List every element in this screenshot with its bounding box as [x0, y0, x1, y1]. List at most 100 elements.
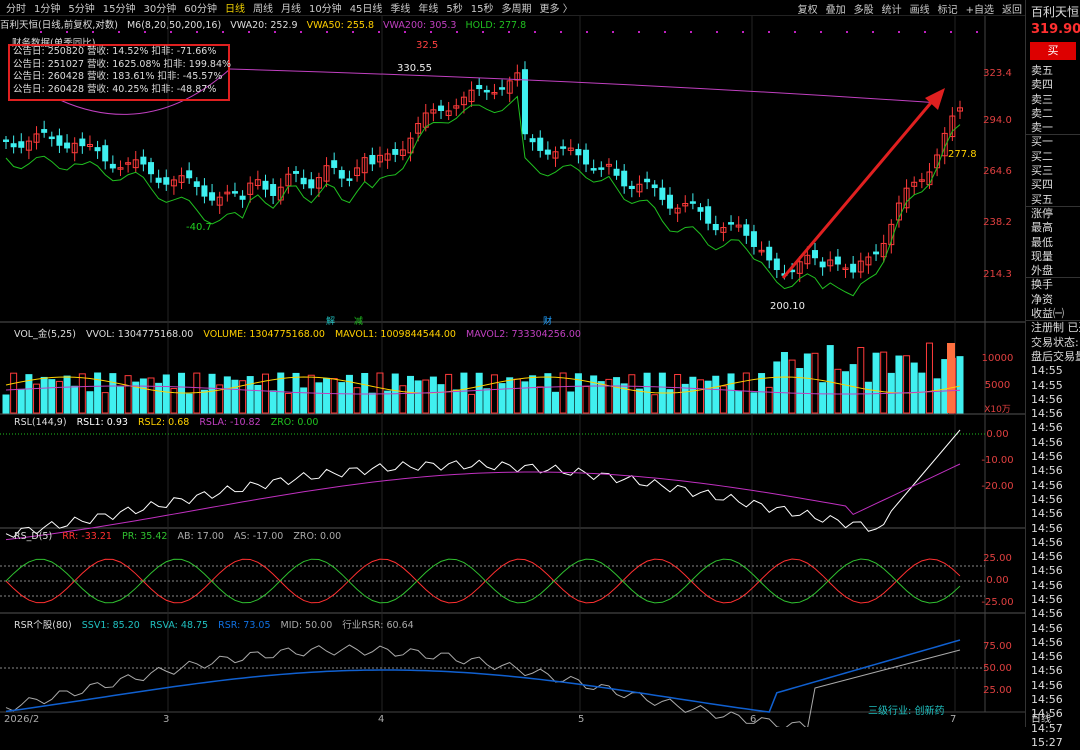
rr-value: RR: -33.21: [62, 531, 112, 542]
volume-bar: [445, 373, 453, 414]
volume-bar: [384, 390, 392, 414]
finance-row: 公告日: 260428 营收: 183.61% 扣非: -45.57%: [13, 71, 223, 82]
volume-bar: [460, 372, 468, 414]
quote-row: 收益㈠: [1026, 307, 1080, 322]
event-dot: [92, 31, 94, 33]
reduce-tag[interactable]: 减: [354, 314, 363, 327]
volume-bar: [864, 381, 872, 414]
quote-row: 14:55: [1031, 378, 1063, 392]
event-dot: [222, 31, 224, 33]
volume-bar: [605, 378, 613, 414]
rsl2-value: RSL2: 0.68: [137, 417, 190, 428]
candle-body: [438, 105, 445, 111]
quote-row: 买二: [1031, 149, 1053, 163]
rsr-value: RSR: 73.05: [218, 620, 271, 631]
rsr-axis-label: 75.00: [983, 641, 1012, 652]
volume-bar: [86, 391, 94, 414]
quote-row: 卖二: [1031, 106, 1053, 120]
quote-row: 换手: [1031, 278, 1053, 292]
volume-bar: [147, 377, 155, 414]
candle-body: [79, 138, 86, 147]
stock-name: 百利天恒: [1031, 5, 1080, 19]
unlock-tag[interactable]: 解: [326, 314, 335, 327]
industry-rsr-value: 行业RSR: 60.64: [342, 620, 414, 631]
volume-bar: [124, 375, 132, 414]
candle-body: [308, 179, 315, 189]
candle-body: [94, 147, 101, 152]
quote-row: 14:56: [1031, 421, 1063, 435]
volume-bar: [368, 392, 376, 414]
candle-body: [10, 143, 17, 148]
rsl-name: RSL(144,9): [14, 417, 67, 428]
quote-row: 现量: [1031, 249, 1053, 263]
event-dot: [976, 31, 978, 33]
volume-bar: [903, 355, 911, 414]
volume-bar: [758, 373, 766, 414]
candle-body: [209, 192, 216, 201]
volume-bar: [78, 373, 86, 414]
volume-bar: [437, 384, 445, 414]
event-dot: [846, 31, 848, 33]
rsva-value: RSVA: 48.75: [149, 620, 209, 631]
candle-body: [193, 181, 200, 187]
candle-body: [369, 154, 376, 165]
volume-bar: [925, 342, 933, 414]
candle-body: [766, 246, 773, 261]
rsl1-line: [5, 429, 961, 538]
mavol2-value: MAVOL2: 733304256.00: [466, 329, 581, 340]
finance-tag[interactable]: 财: [543, 314, 552, 327]
finance-data-box: 公告日: 250820 营收: 14.52% 扣非: -71.66% 公告日: …: [8, 44, 231, 101]
candle-body: [773, 258, 780, 271]
price-axis-label: 214.3: [983, 269, 1012, 280]
candle-body: [728, 222, 735, 225]
volume-bar: [414, 380, 422, 414]
rsla-value: RSLA: -10.82: [199, 417, 261, 428]
quote-row: 14:56: [1031, 392, 1063, 406]
buy-button[interactable]: 买: [1030, 42, 1076, 60]
event-dot: [560, 31, 562, 33]
x-axis-label: 6: [750, 714, 757, 725]
volume-bar: [819, 382, 827, 414]
rsl-legend: RSL(144,9) RSL1: 0.93 RSL2: 0.68 RSLA: -…: [14, 417, 325, 430]
candle-body: [811, 250, 818, 259]
event-dot: [794, 31, 796, 33]
candle-body: [644, 178, 651, 183]
volume-bar: [361, 372, 369, 414]
event-dot: [300, 31, 302, 33]
volume-bar: [529, 375, 537, 414]
zro-value: ZRO: 0.00: [270, 417, 319, 428]
volume-bar: [842, 371, 850, 414]
left-low-label: -40.7: [186, 222, 212, 233]
quote-row: 买一: [1031, 135, 1053, 149]
quote-row: 买四: [1031, 178, 1053, 192]
event-dot: [690, 31, 692, 33]
volume-bar: [826, 345, 834, 414]
quote-row: 14:56: [1031, 592, 1063, 606]
ab-value: AB: 17.00: [177, 531, 224, 542]
volume-bar: [849, 364, 857, 414]
quote-row: 卖一: [1026, 121, 1080, 136]
x-axis-label: 2026/2: [4, 714, 40, 725]
candle-body: [705, 206, 712, 224]
volume-bar: [40, 376, 48, 414]
period-label: 日线: [1031, 714, 1051, 725]
quote-row: 14:56: [1031, 621, 1063, 635]
volume-bar: [704, 380, 712, 414]
candle-body: [712, 224, 719, 231]
event-dot: [950, 31, 952, 33]
vwa200-line: [229, 68, 941, 104]
candle-body: [109, 163, 116, 169]
vol-axis-label: 10000: [981, 353, 1014, 364]
event-dot: [170, 31, 172, 33]
quote-row: 卖三: [1031, 92, 1053, 106]
volume-bar: [727, 373, 735, 414]
quote-row: 14:55: [1031, 364, 1063, 378]
volume-bar: [681, 383, 689, 414]
candle-body: [239, 195, 246, 200]
volume-bar: [895, 355, 903, 414]
event-dot: [924, 31, 926, 33]
candle-body: [499, 87, 506, 90]
current-price: 319.90: [1031, 22, 1080, 37]
candle-body: [743, 224, 750, 236]
quote-row: 14:56: [1031, 450, 1063, 464]
